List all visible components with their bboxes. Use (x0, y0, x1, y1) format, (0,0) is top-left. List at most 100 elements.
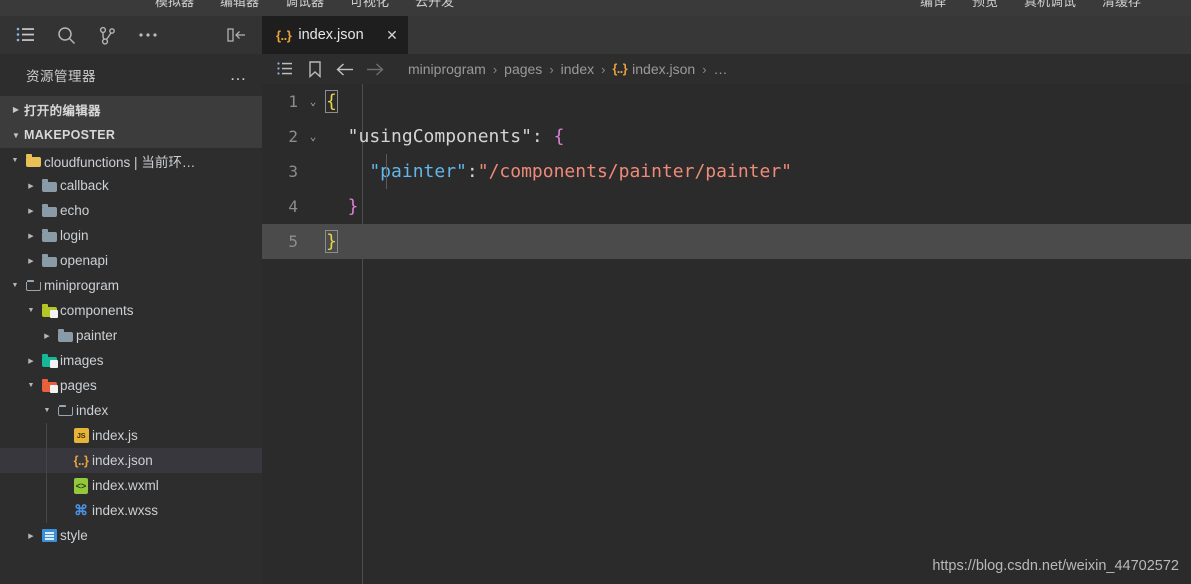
tree-item-index.wxml[interactable]: ▸<>index.wxml (0, 473, 262, 498)
activity-bar (0, 16, 262, 54)
bookmark-icon[interactable] (300, 56, 330, 82)
tree-item-index.wxss[interactable]: ▸ ⌘ index.wxss (0, 498, 262, 523)
explorer-icon[interactable] (8, 18, 42, 52)
toolbar-item-cloud-dev[interactable]: 云开发 (415, 0, 454, 13)
close-icon[interactable]: ✕ (384, 27, 400, 44)
folder-teal-icon (38, 354, 60, 368)
tree-item-components[interactable]: ▼ components (0, 298, 262, 323)
toolbar-item-compile[interactable]: 编译 (920, 0, 946, 13)
file-json-icon: {..} (73, 453, 89, 468)
breadcrumb-segment-index[interactable]: index (561, 61, 594, 77)
chevron-down-icon: ▼ (11, 282, 19, 289)
code-text: } (325, 230, 338, 253)
watermark: https://blog.csdn.net/weixin_44702572 (932, 558, 1179, 574)
fold-chevron-icon[interactable]: ⌄ (300, 95, 326, 108)
tab-label: index.json (298, 27, 364, 43)
breadcrumb-segment-index.json[interactable]: index.json (632, 61, 695, 77)
code-line-5[interactable]: 5} (262, 224, 1191, 259)
folder-yellow-icon (22, 154, 44, 167)
collapse-sidebar-icon[interactable] (226, 25, 248, 45)
toolbar-item-remote-debug[interactable]: 真机调试 (1024, 0, 1076, 13)
tree-item-openapi[interactable]: ▶ openapi (0, 248, 262, 273)
chevron-right-icon: ▶ (28, 357, 34, 365)
section-workspace[interactable]: ▼ MAKEPOSTER (0, 122, 262, 148)
code-text: { (325, 90, 338, 113)
breadcrumb-segment--[interactable]: … (714, 61, 728, 77)
tree-item-images[interactable]: ▶ images (0, 348, 262, 373)
sidebar-header: 资源管理器 … (0, 54, 262, 96)
devtools-window: 模拟器 编辑器 调试器 可视化 云开发 编译 预览 真机调试 清缓存 资源管理器… (0, 0, 1191, 584)
code-content: 1 ⌄{2 ⌄ "usingComponents": {3 "painter":"/… (262, 84, 1191, 259)
breadcrumb-separator: › (492, 61, 498, 77)
tree-item-painter[interactable]: ▶ painter (0, 323, 262, 348)
breadcrumb-separator: › (549, 61, 554, 77)
tree-item-label: login (60, 228, 89, 243)
forward-arrow-icon[interactable] (360, 56, 390, 82)
toolbar-left-group: 模拟器 编辑器 调试器 可视化 云开发 (155, 0, 454, 13)
tree-item-callback[interactable]: ▶ callback (0, 173, 262, 198)
sidebar-explorer: 资源管理器 … ▶ 打开的编辑器 ▼ MAKEPOSTER ▼ cloudfunc… (0, 54, 262, 584)
tree-item-label: miniprogram (44, 278, 120, 293)
tree-item-echo[interactable]: ▶ echo (0, 198, 262, 223)
section-workspace-label: MAKEPOSTER (24, 128, 116, 142)
tree-item-label: pages (60, 378, 97, 393)
source-control-icon[interactable] (90, 18, 124, 52)
tree-item-label: style (60, 528, 88, 543)
chevron-down-icon: ▼ (12, 130, 20, 140)
code-token: "usingComponents" (326, 126, 532, 147)
tree-item-index[interactable]: ▼ index (0, 398, 262, 423)
folder-gray-icon (38, 254, 60, 267)
code-line-1[interactable]: 1 ⌄{ (262, 84, 1191, 119)
back-arrow-icon[interactable] (330, 56, 360, 82)
outline-icon[interactable] (270, 56, 300, 82)
chevron-right-icon: ▶ (28, 532, 34, 540)
code-editor[interactable]: 1 ⌄{2 ⌄ "usingComponents": {3 "painter":"/… (262, 84, 1191, 584)
chevron-right-icon: ▸ (56, 457, 70, 465)
tree-item-index.js[interactable]: ▸JSindex.js (0, 423, 262, 448)
breadcrumb-segment-miniprogram[interactable]: miniprogram (408, 61, 486, 77)
folder-gray-icon (54, 329, 76, 342)
code-token: "painter" (326, 161, 467, 182)
activity-bar-icons (0, 18, 165, 52)
toolbar-item-clear-cache[interactable]: 清缓存 (1102, 0, 1141, 13)
chevron-right-icon: ▸ (56, 432, 70, 440)
toolbar-item-preview[interactable]: 预览 (972, 0, 998, 13)
tree-item-miniprogram[interactable]: ▼ miniprogram (0, 273, 262, 298)
tree-item-index.json[interactable]: ▸{..}index.json (0, 448, 262, 473)
tab-index-json[interactable]: {..} index.json ✕ (262, 16, 408, 54)
toolbar-item-debugger[interactable]: 调试器 (285, 0, 324, 13)
code-line-4[interactable]: 4 } (262, 189, 1191, 224)
toolbar-item-simulator[interactable]: 模拟器 (155, 0, 194, 13)
more-icon[interactable] (131, 18, 165, 52)
tree-item-label: openapi (60, 253, 109, 268)
breadcrumb: miniprogram › pages › index › {..} index.json ›… (262, 54, 1191, 84)
breadcrumb-segment-pages[interactable]: pages (504, 61, 542, 77)
tree-item-login[interactable]: ▶ login (0, 223, 262, 248)
tree-item-cloudfunctions-[interactable]: ▼ cloudfunctions | 当前环… (0, 148, 262, 173)
toolbar-item-editor[interactable]: 编辑器 (220, 0, 259, 13)
code-line-3[interactable]: 3 "painter":"/components/painter/painter… (262, 154, 1191, 189)
tree-item-label: index.wxml (92, 478, 159, 493)
folder-gray-icon (38, 229, 60, 242)
code-token: } (326, 196, 359, 217)
toolbar-right-group: 编译 预览 真机调试 清缓存 (920, 0, 1141, 13)
code-token: } (325, 230, 338, 253)
app-toolbar: 模拟器 编辑器 调试器 可视化 云开发 编译 预览 真机调试 清缓存 (0, 0, 1191, 16)
tree-item-style[interactable]: ▶ style (0, 523, 262, 548)
code-text: "usingComponents": { (326, 126, 565, 147)
chevron-down-icon: ▼ (43, 407, 51, 414)
section-open-editors[interactable]: ▶ 打开的编辑器 (0, 96, 262, 122)
tree-item-pages[interactable]: ▼ pages (0, 373, 262, 398)
sidebar-more-icon[interactable]: … (230, 66, 249, 83)
tree-item-label: cloudfunctions | 当前环… (44, 154, 196, 170)
code-token: : (466, 161, 478, 182)
file-wxml-icon: <> (70, 477, 92, 494)
code-line-2[interactable]: 2 ⌄ "usingComponents": { (262, 119, 1191, 154)
line-number: 2 (288, 127, 298, 146)
toolbar-item-visualization[interactable]: 可视化 (350, 0, 389, 13)
chevron-right-icon: ▶ (28, 207, 34, 215)
chevron-down-icon: ▼ (11, 157, 19, 164)
fold-chevron-icon[interactable]: ⌄ (300, 130, 326, 143)
folder-gray-icon (38, 179, 60, 192)
search-icon[interactable] (49, 18, 83, 52)
